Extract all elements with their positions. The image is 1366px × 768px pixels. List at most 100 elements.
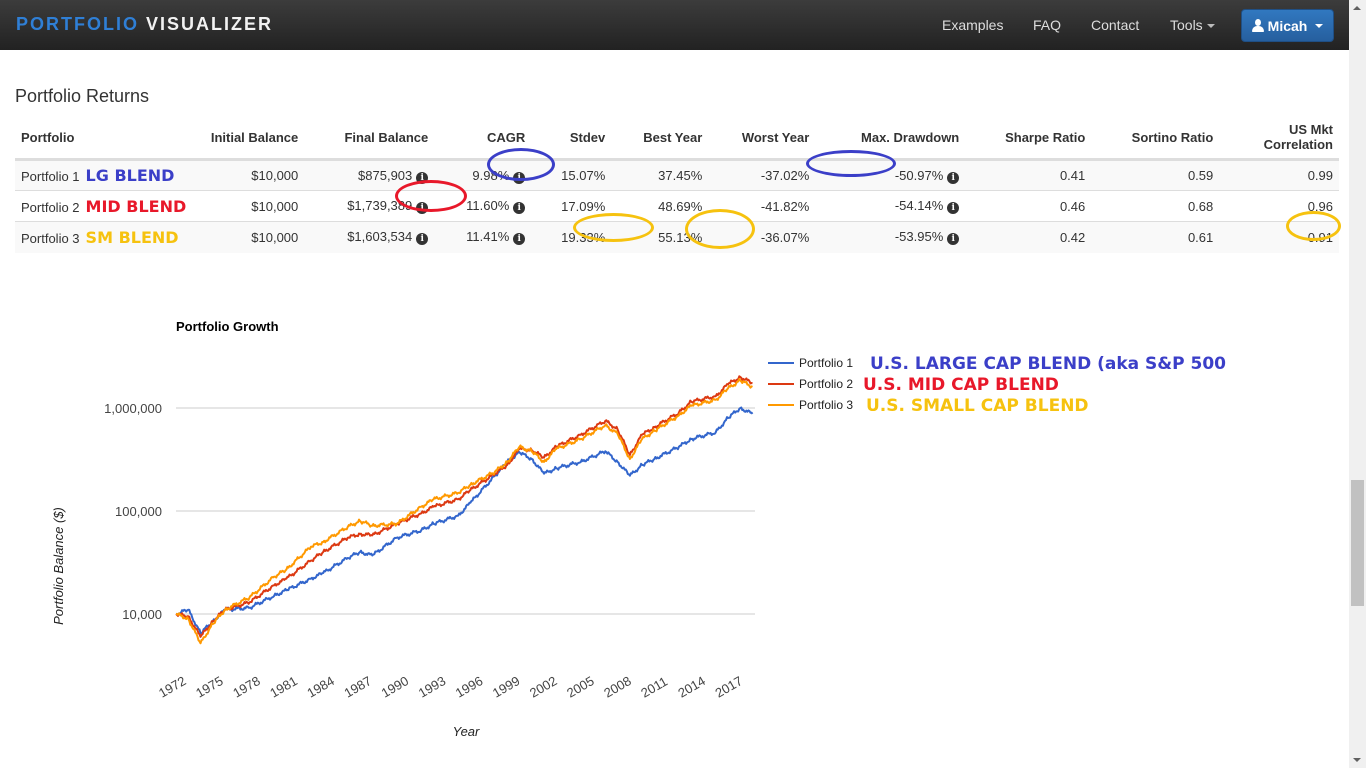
brand-part1: PORTFOLIO <box>16 14 139 34</box>
col-portfolio: Portfolio <box>15 116 193 161</box>
info-icon[interactable]: i <box>416 202 429 214</box>
info-icon[interactable]: i <box>947 202 960 214</box>
cell-initial-balance: $10,000 <box>192 159 305 191</box>
brand-logo[interactable]: PORTFOLIO VISUALIZER <box>16 14 273 35</box>
cell-max-drawdown: -50.97% i <box>815 159 966 191</box>
portfolio-tag-annotation: MID BLEND <box>85 196 187 216</box>
chart-title: Portfolio Growth <box>176 319 279 334</box>
final-balance-value: $1,603,534 <box>347 229 413 245</box>
x-tick-label: 2005 <box>564 673 597 700</box>
cell-best-year: 55.13% <box>611 221 709 253</box>
table-row-portfolio-3: Portfolio 3 SM BLEND $10,000 $1,603,534 i … <box>15 221 1339 253</box>
portfolio-returns-table: Portfolio Initial Balance Final Balance … <box>15 116 1339 253</box>
gridlines <box>176 407 755 615</box>
section-title-portfolio-returns: Portfolio Returns <box>15 86 150 106</box>
x-tick-label: 1984 <box>304 673 337 700</box>
x-tick-label: 1978 <box>230 673 263 700</box>
table-row-portfolio-1: Portfolio 1 LG BLEND $10,000 $875,903 i 9.… <box>15 159 1339 191</box>
col-us-mkt-correlation: US Mkt Correlation <box>1219 116 1339 161</box>
cagr-value: 11.41% <box>466 229 510 245</box>
max-drawdown-value: -53.95% <box>894 229 944 245</box>
cell-stdev: 17.09% <box>531 190 612 222</box>
cell-portfolio: Portfolio 2 MID BLEND <box>15 190 193 222</box>
portfolio-name: Portfolio 3 <box>21 230 80 246</box>
legend-label: Portfolio 3 <box>799 398 853 412</box>
col-initial-balance: Initial Balance <box>192 116 305 161</box>
table-header-row: Portfolio Initial Balance Final Balance … <box>15 116 1339 161</box>
chart-legend: Portfolio 1 U.S. LARGE CAP BLEND (aka S&P… <box>768 354 1226 416</box>
cell-portfolio: Portfolio 3 SM BLEND <box>15 221 193 253</box>
legend-annotation: U.S. MID CAP BLEND <box>863 375 1059 395</box>
cagr-value: 11.60% <box>466 198 510 213</box>
cell-cagr: 9.98% i <box>434 159 532 191</box>
y-axis-ticks: 10,000 100,000 1,000,000 <box>104 401 162 622</box>
cell-initial-balance: $10,000 <box>192 221 305 253</box>
col-worst-year: Worst Year <box>708 116 816 161</box>
caret-down-icon <box>1315 23 1324 28</box>
info-icon[interactable]: i <box>513 233 526 246</box>
info-icon[interactable]: i <box>947 233 960 246</box>
x-tick-label: 2011 <box>638 674 670 701</box>
vertical-scrollbar[interactable] <box>1349 0 1366 768</box>
cell-cagr: 11.41% i <box>434 221 532 253</box>
cell-stdev: 15.07% <box>531 159 612 191</box>
cell-best-year: 48.69% <box>611 190 709 222</box>
nav-examples[interactable]: Examples <box>942 17 1003 33</box>
x-tick-label: 2008 <box>601 673 634 700</box>
cell-final-balance: $1,739,389 i <box>304 190 435 222</box>
max-drawdown-value: -50.97% <box>894 167 944 183</box>
x-tick-label: 1981 <box>267 673 300 700</box>
col-stdev: Stdev <box>531 116 612 161</box>
cell-us-mkt-correlation: 0.96 <box>1219 190 1339 222</box>
info-icon[interactable]: i <box>513 171 526 184</box>
col-sharpe-ratio: Sharpe Ratio <box>965 116 1092 161</box>
legend-annotation: U.S. SMALL CAP BLEND <box>866 396 1089 416</box>
portfolio-name: Portfolio 2 <box>21 199 80 215</box>
info-icon[interactable]: i <box>513 202 526 214</box>
portfolio-name: Portfolio 1 <box>21 169 80 184</box>
nav-faq[interactable]: FAQ <box>1033 17 1061 33</box>
cell-worst-year: -41.82% <box>708 190 816 222</box>
brand-part2: VISUALIZER <box>146 14 274 34</box>
portfolio-tag-annotation: LG BLEND <box>85 166 175 185</box>
nav-tools-dropdown[interactable]: Tools <box>1170 17 1215 33</box>
user-icon <box>1251 18 1264 33</box>
cell-sharpe-ratio: 0.41 <box>965 159 1092 191</box>
col-max-drawdown: Max. Drawdown <box>815 116 966 161</box>
legend-annotation: U.S. LARGE CAP BLEND (aka S&P 500 <box>870 354 1226 374</box>
final-balance-value: $875,903 <box>358 167 413 183</box>
legend-label: Portfolio 1 <box>799 356 853 370</box>
scroll-down-arrow-icon[interactable] <box>1353 758 1361 762</box>
x-tick-label: 1987 <box>342 673 375 700</box>
cell-stdev: 19.33% <box>531 221 612 253</box>
cell-sortino-ratio: 0.59 <box>1091 159 1220 191</box>
col-cagr: CAGR <box>434 116 532 161</box>
cell-worst-year: -37.02% <box>708 159 816 191</box>
nav-tools-label: Tools <box>1170 17 1203 33</box>
x-tick-label: 1972 <box>156 673 189 700</box>
series-lines <box>175 375 754 645</box>
info-icon[interactable]: i <box>416 233 429 246</box>
info-icon[interactable]: i <box>416 171 429 184</box>
cell-sharpe-ratio: 0.46 <box>965 190 1092 222</box>
final-balance-value: $1,739,389 <box>347 198 413 213</box>
user-menu-button[interactable]: Micah <box>1241 9 1334 42</box>
col-final-balance: Final Balance <box>304 116 435 161</box>
col-best-year: Best Year <box>611 116 709 161</box>
series-line-portfolio-2 <box>175 375 753 638</box>
cell-best-year: 37.45% <box>611 159 709 191</box>
scroll-thumb[interactable] <box>1351 480 1364 606</box>
nav-contact[interactable]: Contact <box>1091 17 1139 33</box>
portfolio-tag-annotation: SM BLEND <box>85 227 179 247</box>
cell-max-drawdown: -54.14% i <box>815 190 966 222</box>
col-sortino-ratio: Sortino Ratio <box>1091 116 1220 161</box>
y-axis-title: Portfolio Balance ($) <box>51 507 66 625</box>
x-tick-label: 1975 <box>193 673 226 700</box>
cell-us-mkt-correlation: 0.99 <box>1219 159 1339 191</box>
scroll-up-arrow-icon[interactable] <box>1353 6 1361 10</box>
cell-sortino-ratio: 0.61 <box>1091 221 1220 253</box>
info-icon[interactable]: i <box>947 171 960 184</box>
user-name: Micah <box>1267 17 1308 34</box>
x-axis-title: Year <box>453 724 480 739</box>
legend-label: Portfolio 2 <box>799 377 853 391</box>
